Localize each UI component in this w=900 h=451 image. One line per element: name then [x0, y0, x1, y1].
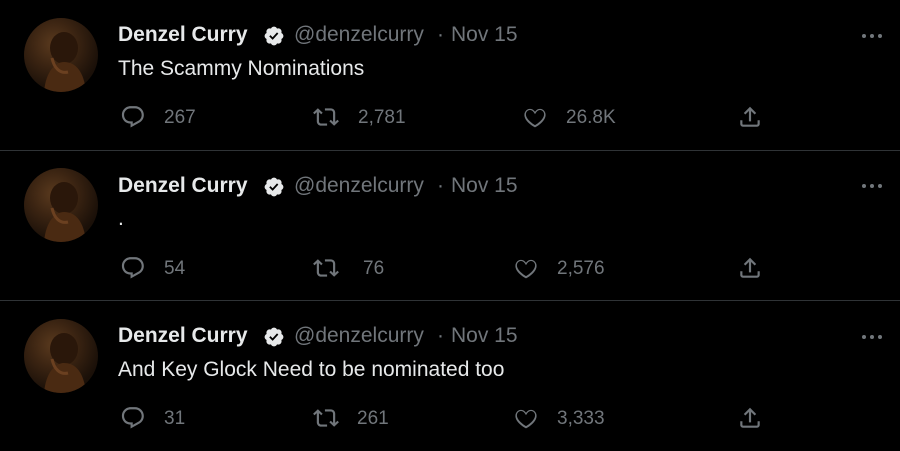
separator: ·	[437, 174, 444, 197]
tweet-text: .	[118, 207, 124, 230]
share-icon[interactable]	[737, 255, 763, 281]
display-name[interactable]: Denzel Curry	[118, 174, 248, 198]
more-icon[interactable]	[860, 31, 884, 41]
tweet[interactable]: Denzel Curry @denzelcurry · Nov 15 . 54 …	[0, 151, 900, 301]
retweet-icon	[313, 409, 339, 427]
retweet-button[interactable]: 261	[313, 405, 423, 431]
like-count: 26.8K	[566, 107, 616, 128]
verified-badge-icon	[264, 327, 284, 347]
reply-button[interactable]: 267	[120, 104, 230, 130]
avatar-image	[44, 182, 86, 242]
retweet-count: 76	[363, 258, 385, 279]
display-name[interactable]: Denzel Curry	[118, 324, 248, 348]
tweet[interactable]: Denzel Curry @denzelcurry · Nov 15 The S…	[0, 0, 900, 150]
retweet-count: 2,781	[358, 107, 406, 128]
tweet[interactable]: Denzel Curry @denzelcurry · Nov 15 And K…	[0, 301, 900, 451]
avatar-image	[44, 32, 86, 92]
retweet-button[interactable]: 76	[313, 255, 423, 281]
retweet-count: 261	[357, 408, 389, 429]
reply-icon	[121, 106, 144, 128]
like-button[interactable]: 2,576	[513, 255, 623, 281]
timestamp[interactable]: Nov 15	[451, 174, 518, 198]
avatar[interactable]	[24, 18, 98, 92]
share-icon[interactable]	[737, 104, 763, 130]
reply-button[interactable]: 31	[120, 405, 230, 431]
handle[interactable]: @denzelcurry	[294, 324, 424, 348]
avatar[interactable]	[24, 319, 98, 393]
tweet-text: And Key Glock Need to be nominated too	[118, 358, 505, 381]
reply-icon	[121, 407, 144, 429]
handle[interactable]: @denzelcurry	[294, 174, 424, 198]
heart-icon	[524, 108, 546, 128]
verified-badge-icon	[264, 26, 284, 46]
reply-count: 54	[164, 258, 186, 279]
display-name[interactable]: Denzel Curry	[118, 23, 248, 47]
retweet-icon	[313, 108, 339, 126]
reply-count: 31	[164, 408, 186, 429]
verified-badge-icon	[264, 177, 284, 197]
heart-icon	[515, 259, 537, 279]
timestamp[interactable]: Nov 15	[451, 23, 518, 47]
separator: ·	[437, 23, 444, 46]
handle[interactable]: @denzelcurry	[294, 23, 424, 47]
avatar[interactable]	[24, 168, 98, 242]
avatar-image	[44, 333, 86, 393]
like-button[interactable]: 3,333	[513, 405, 623, 431]
heart-icon	[515, 409, 537, 429]
retweet-icon	[313, 259, 339, 277]
like-count: 2,576	[557, 258, 605, 279]
tweet-text: The Scammy Nominations	[118, 57, 365, 80]
timestamp[interactable]: Nov 15	[451, 324, 518, 348]
reply-count: 267	[164, 107, 196, 128]
like-count: 3,333	[557, 408, 605, 429]
retweet-button[interactable]: 2,781	[313, 104, 423, 130]
share-icon[interactable]	[737, 405, 763, 431]
reply-icon	[121, 257, 144, 279]
separator: ·	[437, 324, 444, 347]
like-button[interactable]: 26.8K	[522, 104, 632, 130]
reply-button[interactable]: 54	[120, 255, 230, 281]
more-icon[interactable]	[860, 181, 884, 191]
more-icon[interactable]	[860, 332, 884, 342]
